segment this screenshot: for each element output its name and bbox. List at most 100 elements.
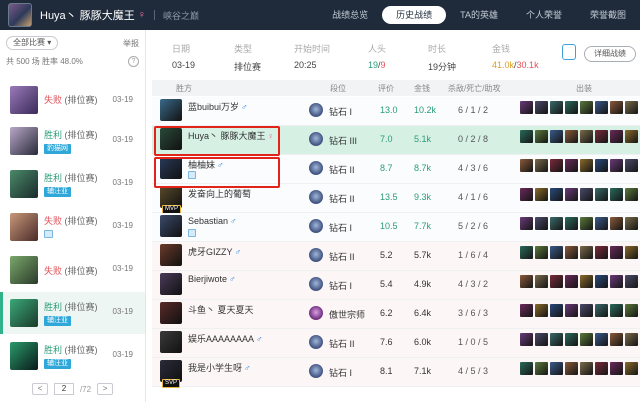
table-row[interactable]: 虎牙GIZZY ♂ 钻石 II 5.2 5.7k 1 / 6 / 4 — [152, 242, 640, 271]
item-icon[interactable] — [610, 130, 623, 143]
item-icon[interactable] — [610, 362, 623, 375]
item-icon[interactable] — [535, 362, 548, 375]
item-icon[interactable] — [625, 130, 638, 143]
item-icon[interactable] — [520, 159, 533, 172]
help-icon[interactable]: ? — [128, 56, 139, 67]
tab-screenshots[interactable]: 荣誉截图 — [576, 6, 640, 24]
list-item[interactable]: 胜利 (排位赛) 辅汪亚 03-19 — [0, 163, 145, 206]
item-icon[interactable] — [535, 246, 548, 259]
item-icon[interactable] — [610, 217, 623, 230]
item-icon[interactable] — [625, 188, 638, 201]
item-icon[interactable] — [580, 217, 593, 230]
tab-heroes[interactable]: TA的英雄 — [446, 6, 512, 24]
item-icon[interactable] — [610, 333, 623, 346]
item-icon[interactable] — [595, 333, 608, 346]
item-icon[interactable] — [550, 101, 563, 114]
item-icon[interactable] — [535, 304, 548, 317]
table-row[interactable]: 蓝buibui万岁 ♂ 钻石 I 13.0 10.2k 6 / 1 / 2 — [152, 97, 640, 126]
item-icon[interactable] — [520, 188, 533, 201]
item-icon[interactable] — [580, 333, 593, 346]
item-icon[interactable] — [580, 246, 593, 259]
tab-history[interactable]: 历史战绩 — [382, 6, 447, 24]
item-icon[interactable] — [595, 130, 608, 143]
item-icon[interactable] — [610, 246, 623, 259]
item-icon[interactable] — [595, 159, 608, 172]
report-link[interactable]: 举报 — [123, 38, 139, 49]
item-icon[interactable] — [595, 275, 608, 288]
item-icon[interactable] — [625, 275, 638, 288]
item-icon[interactable] — [550, 159, 563, 172]
avatar[interactable] — [8, 3, 32, 27]
item-icon[interactable] — [520, 101, 533, 114]
detail-stats-button[interactable]: 详细战绩 — [584, 46, 636, 62]
item-icon[interactable] — [520, 333, 533, 346]
item-icon[interactable] — [565, 246, 578, 259]
item-icon[interactable] — [520, 275, 533, 288]
item-icon[interactable] — [565, 304, 578, 317]
table-row[interactable]: 斗鱼丶 夏天夏天 傲世宗师 6.2 6.4k 3 / 6 / 3 — [152, 300, 640, 329]
table-row[interactable]: Bierjiwote ♂ 钻石 I 5.4 4.9k 4 / 3 / 2 — [152, 271, 640, 300]
item-icon[interactable] — [535, 101, 548, 114]
table-row[interactable]: 柚柚妹 ♂ 钻石 II 8.7 8.7k 4 / 3 / 6 — [152, 155, 640, 184]
item-icon[interactable] — [535, 217, 548, 230]
item-icon[interactable] — [625, 246, 638, 259]
table-row[interactable]: Huya丶 豚豚大魔王 ♀ 钻石 III 7.0 5.1k 0 / 2 / 8 — [152, 126, 640, 155]
item-icon[interactable] — [580, 101, 593, 114]
item-icon[interactable] — [595, 217, 608, 230]
item-icon[interactable] — [625, 362, 638, 375]
item-icon[interactable] — [625, 217, 638, 230]
player-name[interactable]: 虎牙GIZZY ♂ — [188, 245, 241, 258]
item-icon[interactable] — [595, 101, 608, 114]
item-icon[interactable] — [565, 275, 578, 288]
player-name[interactable]: 蓝buibui万岁 ♂ — [188, 100, 248, 113]
item-icon[interactable] — [625, 333, 638, 346]
item-icon[interactable] — [580, 159, 593, 172]
item-icon[interactable] — [550, 362, 563, 375]
table-row[interactable]: MVP 发奋向上的葡萄 钻石 II 13.5 9.3k 4 / 1 / 6 — [152, 184, 640, 214]
item-icon[interactable] — [595, 362, 608, 375]
item-icon[interactable] — [580, 304, 593, 317]
prev-page-button[interactable]: < — [31, 383, 48, 395]
item-icon[interactable] — [565, 130, 578, 143]
item-icon[interactable] — [535, 130, 548, 143]
item-icon[interactable] — [565, 188, 578, 201]
item-icon[interactable] — [610, 275, 623, 288]
item-icon[interactable] — [565, 333, 578, 346]
item-icon[interactable] — [565, 159, 578, 172]
item-icon[interactable] — [550, 130, 563, 143]
player-name[interactable]: Bierjiwote ♂ — [188, 274, 236, 284]
item-icon[interactable] — [520, 362, 533, 375]
item-icon[interactable] — [610, 159, 623, 172]
player-name[interactable]: 发奋向上的葡萄 — [188, 187, 251, 200]
match-filter-dropdown[interactable]: 全部比赛 ▾ — [6, 36, 59, 50]
item-icon[interactable] — [625, 159, 638, 172]
item-icon[interactable] — [565, 217, 578, 230]
player-name[interactable]: Sebastian ♂ — [188, 216, 237, 226]
item-icon[interactable] — [550, 304, 563, 317]
player-name[interactable]: 我是小学生呀 ♂ — [188, 361, 251, 374]
item-icon[interactable] — [580, 130, 593, 143]
tab-overview[interactable]: 战绩总览 — [318, 6, 382, 24]
player-name[interactable]: 娱乐AAAAAAAA ♂ — [188, 332, 263, 345]
page-number-input[interactable]: 2 — [53, 383, 74, 395]
item-icon[interactable] — [580, 362, 593, 375]
item-icon[interactable] — [520, 130, 533, 143]
item-icon[interactable] — [550, 188, 563, 201]
item-icon[interactable] — [580, 275, 593, 288]
item-icon[interactable] — [625, 101, 638, 114]
item-icon[interactable] — [595, 304, 608, 317]
item-icon[interactable] — [550, 275, 563, 288]
list-item[interactable]: 胜利 (排位赛) 辅汪亚 03-19 — [0, 335, 145, 378]
item-icon[interactable] — [550, 333, 563, 346]
player-name[interactable]: 斗鱼丶 夏天夏天 — [188, 303, 254, 316]
item-icon[interactable] — [610, 304, 623, 317]
list-item[interactable]: 胜利 (排位赛) 辅汪亚 03-19 — [0, 292, 145, 335]
item-icon[interactable] — [580, 188, 593, 201]
table-row[interactable]: SVP 我是小学生呀 ♂ 钻石 I 8.1 7.1k 4 / 5 / 3 — [152, 358, 640, 388]
item-icon[interactable] — [610, 101, 623, 114]
list-item[interactable]: 失败 (排位赛) 03-19 — [0, 206, 145, 249]
item-icon[interactable] — [565, 101, 578, 114]
table-row[interactable]: Sebastian ♂ 钻石 I 10.5 7.7k 5 / 2 / 6 — [152, 213, 640, 242]
item-icon[interactable] — [595, 246, 608, 259]
item-icon[interactable] — [535, 159, 548, 172]
